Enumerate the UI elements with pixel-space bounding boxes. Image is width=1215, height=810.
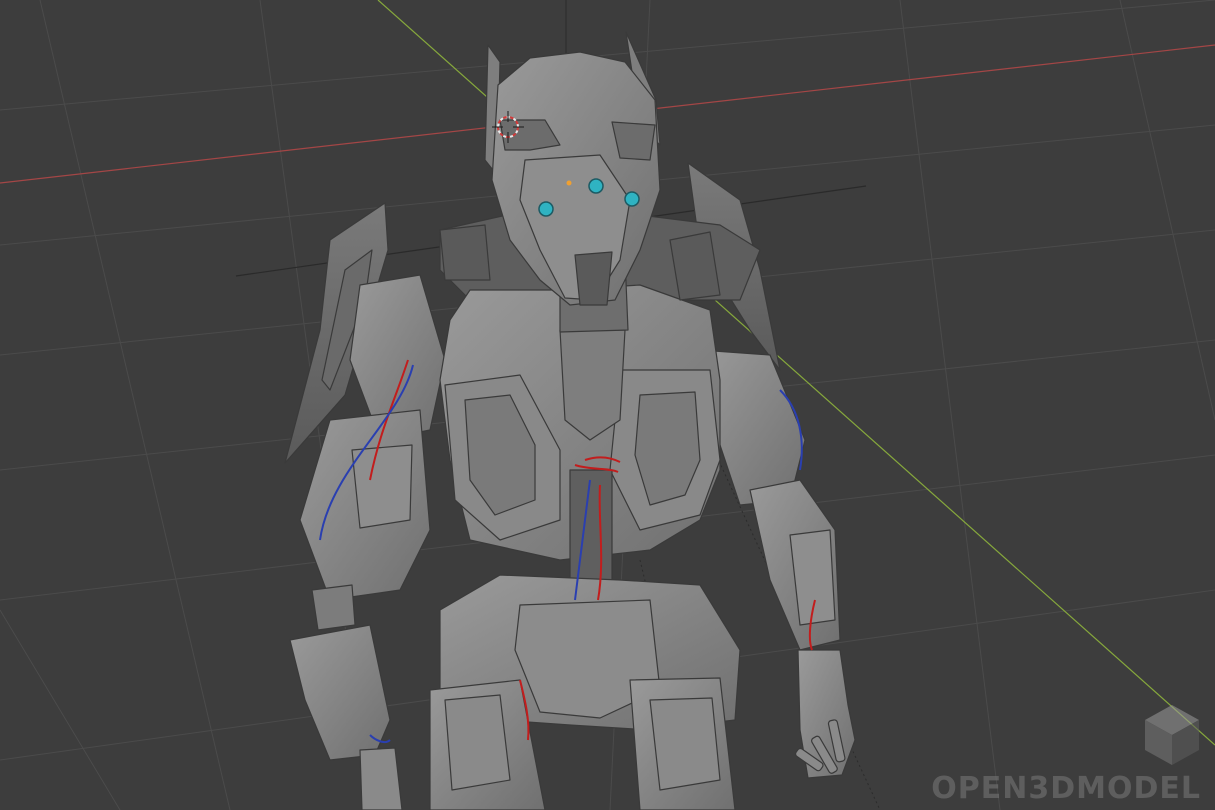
watermark-text: OPEN3DMODEL [931, 771, 1201, 806]
right-thigh-plate [649, 697, 721, 791]
cube-logo-icon [1145, 705, 1199, 765]
left-forearm-plate [351, 444, 413, 529]
left-thigh-plate [444, 694, 511, 791]
object-origin [566, 180, 572, 186]
waist-spine [569, 469, 613, 581]
watermark: OPEN3DMODEL [931, 703, 1201, 806]
left-side-panel [439, 224, 491, 281]
viewport-scene[interactable] [0, 0, 1215, 810]
mouth-grille [574, 251, 613, 306]
left-wrist [311, 584, 356, 631]
chest-center [559, 329, 626, 441]
left-finger [359, 747, 403, 810]
3d-viewport[interactable]: OPEN3DMODEL [0, 0, 1215, 810]
robot-model[interactable] [284, 31, 856, 810]
